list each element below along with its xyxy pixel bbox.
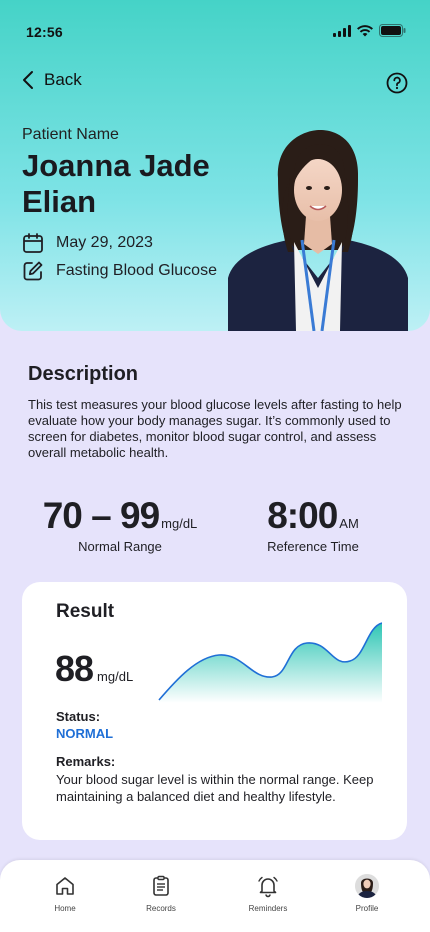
result-card: Result 88 mg/dL Status: NORMAL Remarks: … bbox=[22, 582, 407, 840]
patient-photo bbox=[228, 130, 408, 331]
wifi-icon bbox=[357, 24, 373, 36]
status-icons bbox=[333, 24, 406, 37]
bell-icon bbox=[258, 876, 278, 898]
result-title: Result bbox=[56, 601, 115, 622]
sparkline-area bbox=[159, 623, 382, 703]
description-title: Description bbox=[28, 363, 139, 385]
avatar bbox=[355, 874, 379, 898]
remarks-label: Remarks: bbox=[56, 754, 116, 769]
result-number: 88 bbox=[55, 648, 94, 689]
records-icon bbox=[153, 875, 169, 896]
tab-home[interactable]: Home bbox=[25, 874, 105, 913]
battery-icon bbox=[379, 24, 406, 37]
result-value: 88 mg/dL bbox=[55, 648, 133, 690]
reference-time-caption: Reference Time bbox=[267, 539, 359, 554]
status-value: NORMAL bbox=[56, 726, 114, 741]
tab-records-label: Records bbox=[146, 904, 176, 913]
remarks-text: Your blood sugar level is within the nor… bbox=[56, 772, 374, 804]
status-bar: 12:56 bbox=[0, 0, 430, 60]
patient-name-label: Patient Name bbox=[22, 126, 119, 143]
test-type: Fasting Blood Glucose bbox=[56, 262, 217, 279]
normal-range-caption: Normal Range bbox=[78, 539, 162, 554]
reference-time-unit: AM bbox=[339, 516, 359, 531]
tab-profile[interactable]: Profile bbox=[327, 874, 407, 913]
glucose-trend-sparkline bbox=[158, 622, 382, 703]
patient-name: Joanna Jade Elian bbox=[22, 148, 210, 219]
normal-range-unit: mg/dL bbox=[161, 516, 198, 531]
bottom-tab-bar: Home Records Reminders Profile bbox=[0, 860, 430, 932]
test-date: May 29, 2023 bbox=[56, 234, 153, 251]
chevron-left-icon bbox=[23, 71, 33, 89]
home-icon bbox=[56, 877, 74, 895]
patient-header: 12:56 Back Patient Name Joanna Jade Elia… bbox=[0, 0, 430, 331]
result-unit: mg/dL bbox=[97, 669, 134, 684]
status-label: Status: bbox=[56, 709, 101, 724]
tab-reminders[interactable]: Reminders bbox=[228, 874, 308, 913]
profile-avatar-image bbox=[355, 874, 379, 898]
test-date-row: May 29, 2023 bbox=[22, 232, 153, 254]
normal-range-stat: 70 – 99 mg/dL Normal Range bbox=[40, 495, 200, 554]
status-time: 12:56 bbox=[26, 24, 63, 40]
reference-time-stat: 8:00 AM Reference Time bbox=[258, 495, 368, 554]
edit-icon bbox=[23, 261, 43, 281]
tab-home-label: Home bbox=[54, 904, 76, 913]
help-icon[interactable] bbox=[386, 72, 408, 94]
reference-time-value: 8:00 bbox=[267, 495, 338, 536]
back-button[interactable]: Back bbox=[22, 70, 82, 90]
calendar-icon bbox=[23, 233, 43, 253]
test-type-row: Fasting Blood Glucose bbox=[22, 260, 217, 282]
tab-reminders-label: Reminders bbox=[248, 904, 288, 913]
cellular-signal-icon bbox=[333, 24, 351, 37]
tab-records[interactable]: Records bbox=[121, 874, 201, 913]
description-text: This test measures your blood glucose le… bbox=[28, 397, 402, 460]
tab-profile-label: Profile bbox=[355, 904, 379, 913]
normal-range-value: 70 – 99 bbox=[42, 495, 160, 536]
back-label: Back bbox=[44, 70, 82, 89]
